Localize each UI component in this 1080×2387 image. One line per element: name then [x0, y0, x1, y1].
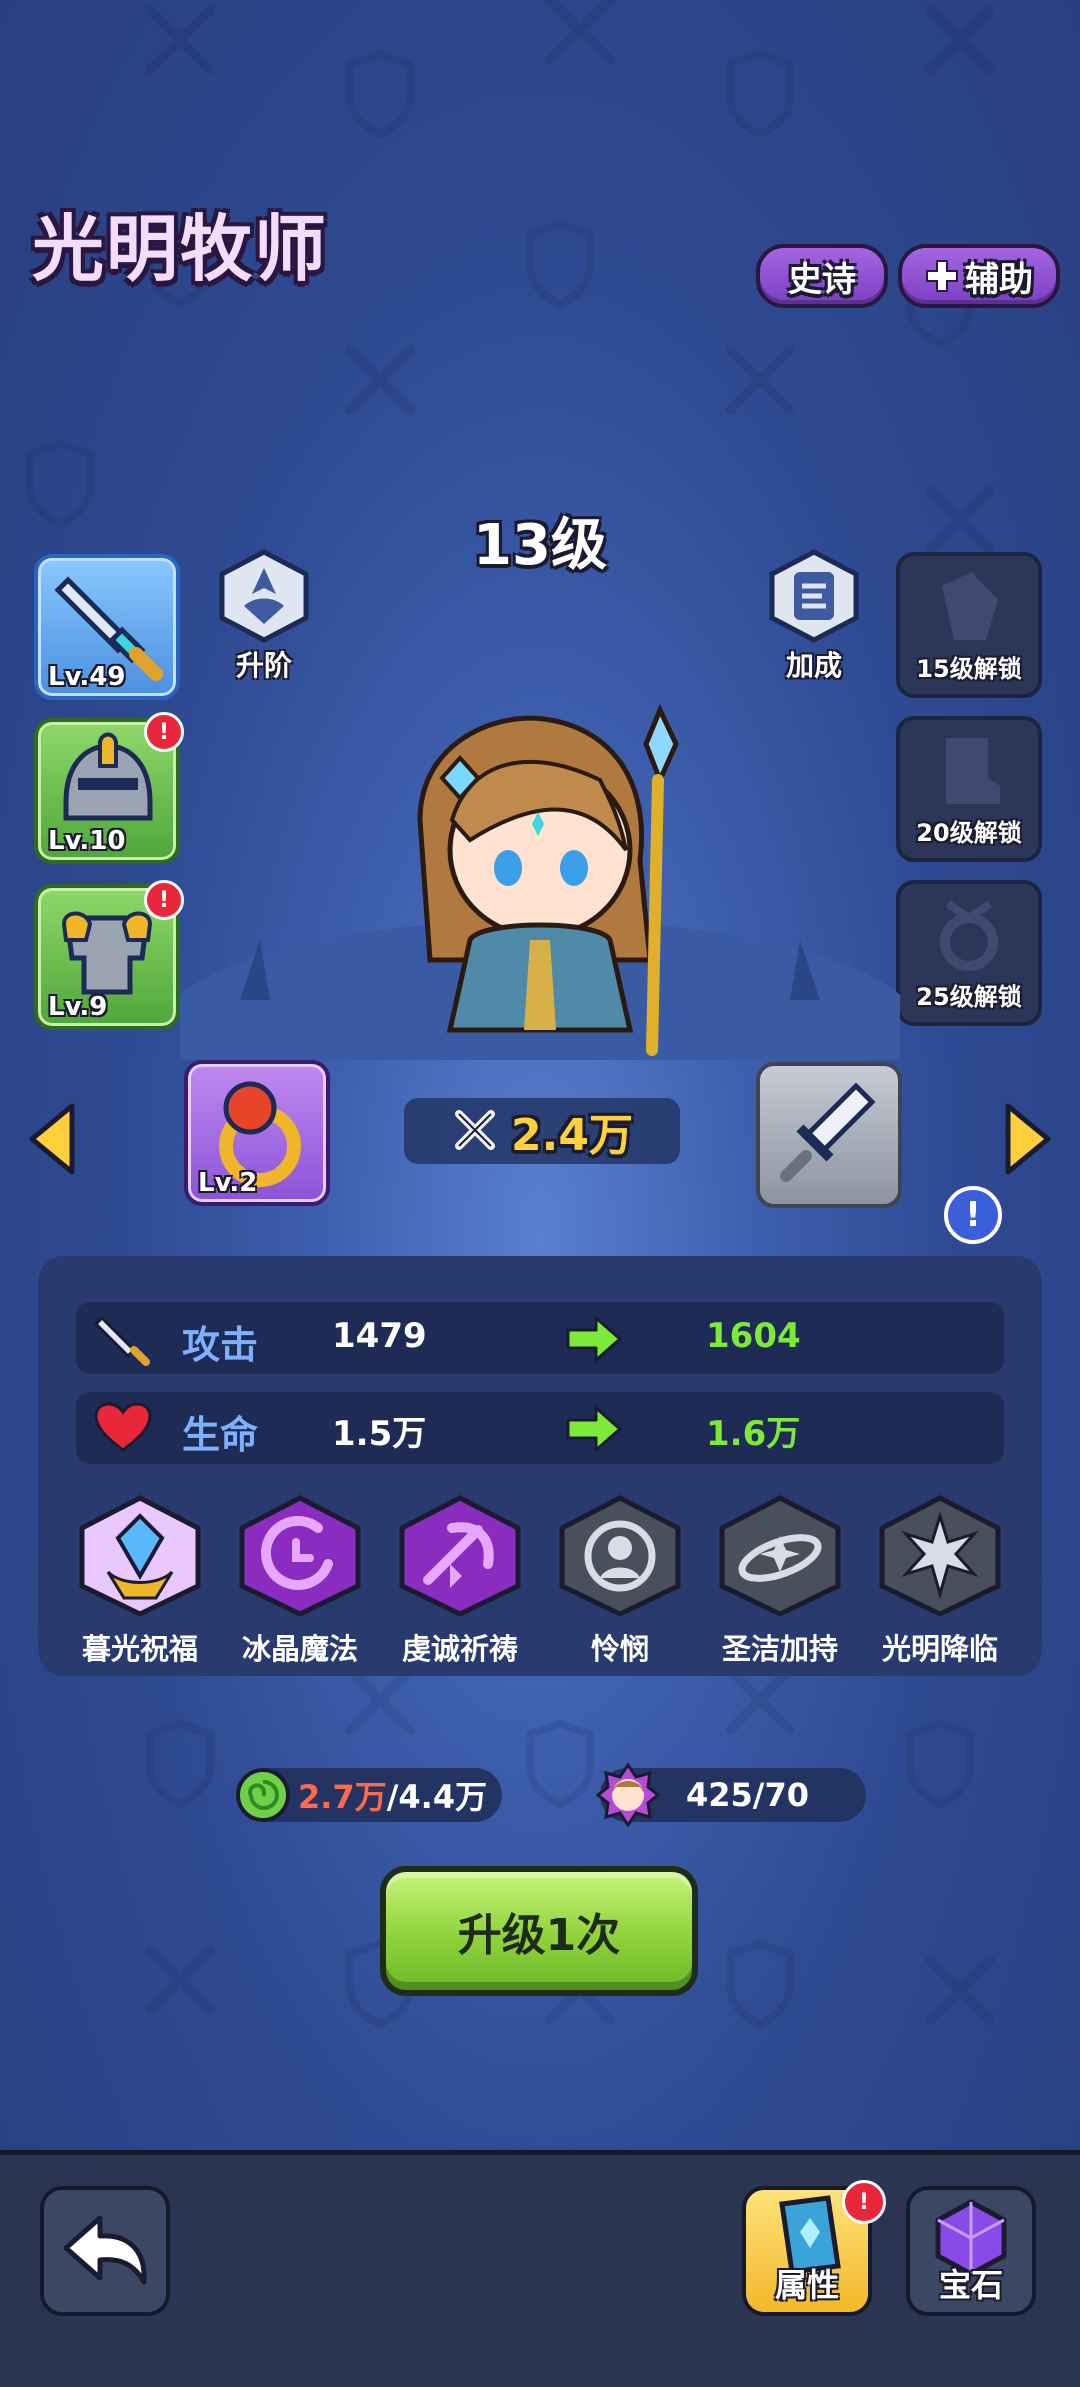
upgrade-rank-label: 升阶: [235, 649, 292, 682]
combat-power-value: 2.4万: [511, 1110, 633, 1161]
exp-current: 2.7万: [298, 1778, 387, 1816]
armor-alert-badge: !: [144, 880, 184, 920]
rank-up-icon: [219, 549, 309, 643]
background-pattern: [0, 0, 1080, 2150]
sword-icon: [94, 1315, 150, 1366]
prev-hero-arrow-icon[interactable]: [28, 1102, 76, 1176]
amulet-unlock-text: 25级解锁: [916, 983, 1022, 1011]
exp-orb-icon: [236, 1768, 290, 1822]
exp-total: /4.4万: [386, 1778, 488, 1816]
hero-shards-count: 425/70: [686, 1776, 810, 1814]
ring-level: Lv.2: [198, 1168, 258, 1198]
stat-current: 1.5万: [332, 1414, 427, 1454]
exp-resource: 2.7万 /4.4万: [236, 1768, 502, 1822]
plus-icon: [926, 260, 958, 292]
equip-slot-weapon[interactable]: Lv.49: [34, 554, 180, 700]
hero-name: 光明牧师: [32, 207, 329, 291]
back-arrow-icon: [63, 2215, 147, 2285]
skill-label: 怜悯: [590, 1632, 649, 1666]
skill-label: 冰晶魔法: [241, 1632, 358, 1666]
bonus-label: 加成: [785, 649, 842, 682]
amulet-icon: [940, 900, 998, 971]
hero-shard-icon: [596, 1763, 660, 1827]
skill-twilight-blessing[interactable]: 暮光祝福: [72, 1494, 208, 1668]
armor-level: Lv.9: [48, 992, 108, 1022]
devout-prayer-icon: [399, 1495, 521, 1617]
rarity-tag: 史诗: [756, 244, 888, 308]
back-button[interactable]: [40, 2186, 170, 2316]
combat-power: 2.4万: [404, 1098, 680, 1164]
stat-name: 生命: [182, 1413, 259, 1457]
skill-label: 暮光祝福: [81, 1632, 198, 1666]
gems-tab-button[interactable]: 宝石: [906, 2186, 1036, 2316]
stat-next: 1.6万: [706, 1414, 801, 1454]
helmet-alert-badge: !: [144, 712, 184, 752]
upgrade-once-button[interactable]: 升级1次: [380, 1866, 698, 1996]
helmet-level: Lv.10: [48, 826, 126, 856]
crossed-swords-icon: [455, 1110, 496, 1150]
equip-slot-boots-locked[interactable]: 20级解锁: [896, 716, 1042, 862]
info-alert-button[interactable]: !: [944, 1186, 1002, 1244]
list-icon: [769, 549, 859, 643]
gems-tab-label: 宝石: [938, 2266, 1003, 2304]
light-descends-icon: [879, 1495, 1001, 1617]
equip-slot-amulet-locked[interactable]: 25级解锁: [896, 880, 1042, 1026]
skill-label: 圣洁加持: [721, 1632, 838, 1666]
hero-shards-resource: 425/70: [596, 1763, 866, 1827]
boots-icon: [946, 738, 1000, 804]
hero-portrait: [417, 703, 679, 1056]
boots-unlock-text: 20级解锁: [916, 819, 1022, 847]
arrow-right-icon: [566, 1316, 622, 1362]
skill-ice-crystal-magic[interactable]: 冰晶魔法: [232, 1494, 368, 1668]
holy-blessing-icon: [719, 1495, 841, 1617]
skill-devout-prayer[interactable]: 虔诚祈祷: [392, 1494, 528, 1668]
gloves-unlock-text: 15级解锁: [916, 655, 1022, 683]
ice-crystal-magic-icon: [239, 1495, 361, 1617]
equip-slot-gloves-locked[interactable]: 15级解锁: [896, 552, 1042, 698]
skill-label: 光明降临: [881, 1632, 998, 1666]
stat-next: 1604: [706, 1316, 801, 1356]
arrow-right-icon: [566, 1406, 622, 1452]
equip-slot-dagger[interactable]: [756, 1062, 902, 1208]
role-tag-label: 辅助: [965, 259, 1033, 300]
skill-mercy[interactable]: 怜悯: [552, 1494, 688, 1668]
weapon-level: Lv.49: [48, 662, 126, 692]
attributes-alert-badge: !: [842, 2180, 886, 2224]
gloves-icon: [942, 572, 998, 640]
mercy-icon: [559, 1495, 681, 1617]
rarity-tag-label: 史诗: [788, 259, 856, 300]
next-hero-arrow-icon[interactable]: [1004, 1102, 1052, 1176]
attributes-tab-label: 属性: [774, 2266, 839, 2304]
skill-holy-blessing[interactable]: 圣洁加持: [712, 1494, 848, 1668]
stat-current: 1479: [332, 1316, 427, 1356]
bonus-button[interactable]: 加成: [764, 548, 864, 684]
stat-name: 攻击: [182, 1323, 259, 1367]
upgrade-rank-button[interactable]: 升阶: [214, 548, 314, 684]
equip-slot-ring[interactable]: Lv.2: [184, 1060, 330, 1206]
twilight-blessing-icon: [79, 1495, 201, 1617]
skill-light-descends[interactable]: 光明降临: [872, 1494, 1008, 1668]
heart-icon: [94, 1402, 152, 1452]
skill-label: 虔诚祈祷: [401, 1632, 518, 1666]
stat-row-attack: 攻击 1479 1604: [76, 1302, 1004, 1374]
role-tag: 辅助: [898, 244, 1060, 308]
dagger-icon: [780, 1082, 876, 1182]
stat-row-hp: 生命 1.5万 1.6万: [76, 1392, 1004, 1464]
